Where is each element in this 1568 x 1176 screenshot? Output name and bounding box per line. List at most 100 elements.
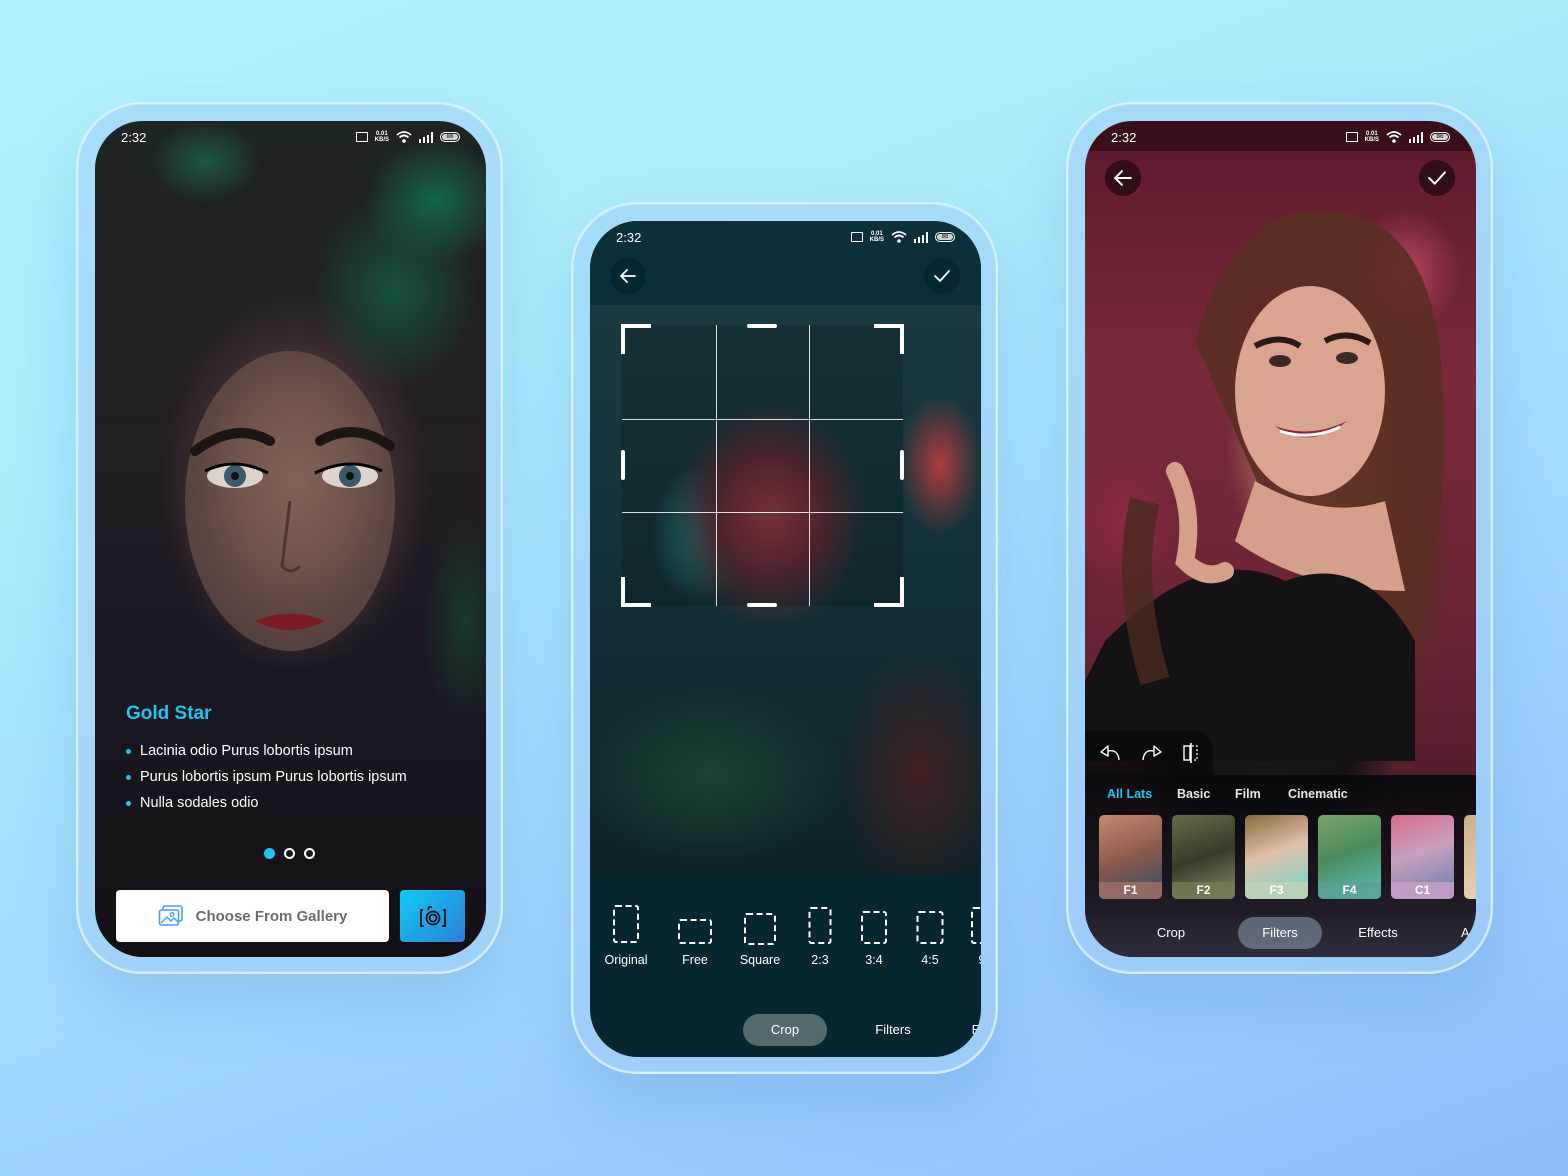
gallery-button-label: Choose From Gallery	[195, 907, 348, 925]
crop-screen: 2:32 0.01 KB/S 86 Original Free Square 2…	[590, 221, 981, 1057]
redo-icon	[1142, 745, 1162, 761]
undo-icon	[1100, 745, 1120, 761]
camera-button[interactable]	[400, 890, 465, 942]
tab-crop[interactable]: Crop	[1157, 917, 1185, 949]
filter-thumb-partial[interactable]	[1464, 815, 1476, 899]
status-bar: 2:32 0.01 KB/S 86	[1085, 121, 1476, 153]
onboarding-title: Gold Star	[126, 703, 212, 724]
status-bar: 2:32 0.01 KB/S 86	[95, 121, 486, 153]
check-icon	[934, 270, 950, 282]
category-all-lats[interactable]: All Lats	[1107, 787, 1152, 801]
ratio-original[interactable]: Original	[604, 905, 648, 967]
camera-icon	[419, 906, 446, 927]
choose-from-gallery-button[interactable]: Choose From Gallery	[116, 890, 389, 942]
tab-crop[interactable]: Crop	[743, 1014, 827, 1046]
filter-label: C1	[1391, 882, 1454, 899]
status-time: 2:32	[121, 129, 147, 145]
crop-handle-top-left[interactable]	[621, 324, 651, 354]
tab-effects[interactable]: E	[972, 1014, 981, 1046]
crop-handle-top[interactable]	[747, 324, 777, 328]
ratio-label: 2:3	[811, 953, 829, 967]
page-dot-active[interactable]	[264, 848, 275, 859]
page-dot[interactable]	[284, 848, 295, 859]
redo-button[interactable]	[1139, 741, 1163, 765]
battery-level: 86	[941, 234, 949, 240]
status-time: 2:32	[616, 229, 642, 245]
filter-thumb-f3[interactable]: F3	[1245, 815, 1308, 899]
ratio-square-icon	[744, 913, 776, 945]
ratio-2-3-icon	[808, 907, 832, 944]
back-button[interactable]	[1105, 160, 1141, 196]
filter-label: F3	[1245, 882, 1308, 899]
ratio-9-16-icon	[971, 907, 981, 944]
ratio-label: 9	[979, 953, 981, 967]
battery-level: 86	[1436, 134, 1444, 140]
back-button[interactable]	[610, 258, 646, 294]
filter-thumb-f2[interactable]: F2	[1172, 815, 1235, 899]
ratio-label: Square	[739, 953, 781, 967]
tab-filters[interactable]: Filters	[875, 1014, 910, 1046]
ratio-label: Free	[682, 953, 708, 967]
edit-toolbar	[1085, 730, 1213, 776]
onboarding-screen: 2:32 0.01 KB/S 86 Gold Star Lacinia odio …	[95, 121, 486, 957]
phone-crop: 2:32 0.01 KB/S 86 Original Free Square 2…	[571, 202, 998, 1074]
confirm-button[interactable]	[1419, 160, 1455, 196]
feature-item: Nulla sodales odio	[126, 795, 407, 811]
net-speed-unit: KB/S	[1364, 137, 1379, 143]
signal-icon	[914, 231, 928, 243]
page-dot[interactable]	[304, 848, 315, 859]
arrow-left-icon	[1114, 170, 1132, 186]
filter-thumb-c1[interactable]: C1	[1391, 815, 1454, 899]
filter-thumb-f4[interactable]: F4	[1318, 815, 1381, 899]
grid-line	[622, 418, 903, 420]
ratio-square[interactable]: Square	[740, 913, 780, 967]
ratio-2-3[interactable]: 2:3	[808, 907, 832, 967]
crop-handle-bottom-left[interactable]	[621, 577, 651, 607]
filter-categories: All Lats Basic Film Cinematic	[1085, 787, 1476, 807]
phone-onboarding: 2:32 0.01 KB/S 86 Gold Star Lacinia odio …	[76, 102, 503, 974]
ratio-3-4[interactable]: 3:4	[861, 911, 887, 967]
network-speed: 0.01 KB/S	[870, 231, 884, 243]
compare-button[interactable]	[1179, 741, 1203, 765]
signal-icon	[419, 131, 433, 143]
ratio-label: Original	[604, 953, 648, 967]
network-speed: 0.01 KB/S	[1365, 131, 1379, 143]
confirm-button[interactable]	[924, 258, 960, 294]
battery-level: 86	[446, 134, 454, 140]
filter-label: F2	[1172, 882, 1235, 899]
ratio-free[interactable]: Free	[678, 919, 712, 967]
check-icon	[1428, 171, 1446, 185]
image-gallery-icon	[158, 905, 183, 926]
filters-screen: 2:32 0.01 KB/S 86 All Lats Basic Film Cin…	[1085, 121, 1476, 957]
crop-handle-right[interactable]	[900, 450, 904, 480]
grid-line	[622, 512, 903, 514]
tab-effects[interactable]: Effects	[1358, 917, 1398, 949]
ratio-free-icon	[678, 919, 712, 944]
crop-handle-bottom[interactable]	[747, 603, 777, 607]
wifi-icon	[891, 231, 907, 243]
crop-handle-top-right[interactable]	[874, 324, 904, 354]
filter-thumb-f1[interactable]: F1	[1099, 815, 1162, 899]
category-basic[interactable]: Basic	[1177, 787, 1210, 801]
undo-button[interactable]	[1099, 741, 1123, 765]
editor-tabs: Crop Filters Effects Ad	[1085, 917, 1476, 949]
vibrate-icon	[355, 132, 368, 142]
status-time: 2:32	[1111, 129, 1137, 145]
crop-handle-left[interactable]	[621, 450, 625, 480]
ratio-label: 4:5	[921, 953, 939, 967]
portrait-photo	[185, 351, 395, 651]
feature-item: Lacinia odio Purus lobortis ipsum	[126, 743, 407, 759]
ratio-original-icon	[613, 905, 639, 943]
crop-handle-bottom-right[interactable]	[874, 577, 904, 607]
filter-thumbnails: F1 F2 F3 F4 C1	[1099, 815, 1476, 899]
category-film[interactable]: Film	[1235, 787, 1261, 801]
tab-filters[interactable]: Filters	[1238, 917, 1322, 949]
ratio-4-5[interactable]: 4:5	[916, 911, 944, 967]
tab-adjust[interactable]: Ad	[1461, 917, 1476, 949]
filter-panel: All Lats Basic Film Cinematic F1 F2 F3 F…	[1085, 775, 1476, 957]
feature-item: Purus lobortis ipsum Purus lobortis ipsu…	[126, 769, 407, 785]
ratio-9-16[interactable]: 9	[971, 907, 981, 967]
category-cinematic[interactable]: Cinematic	[1288, 787, 1348, 801]
crop-frame[interactable]	[621, 324, 904, 607]
feature-list: Lacinia odio Purus lobortis ipsum Purus …	[126, 743, 407, 821]
